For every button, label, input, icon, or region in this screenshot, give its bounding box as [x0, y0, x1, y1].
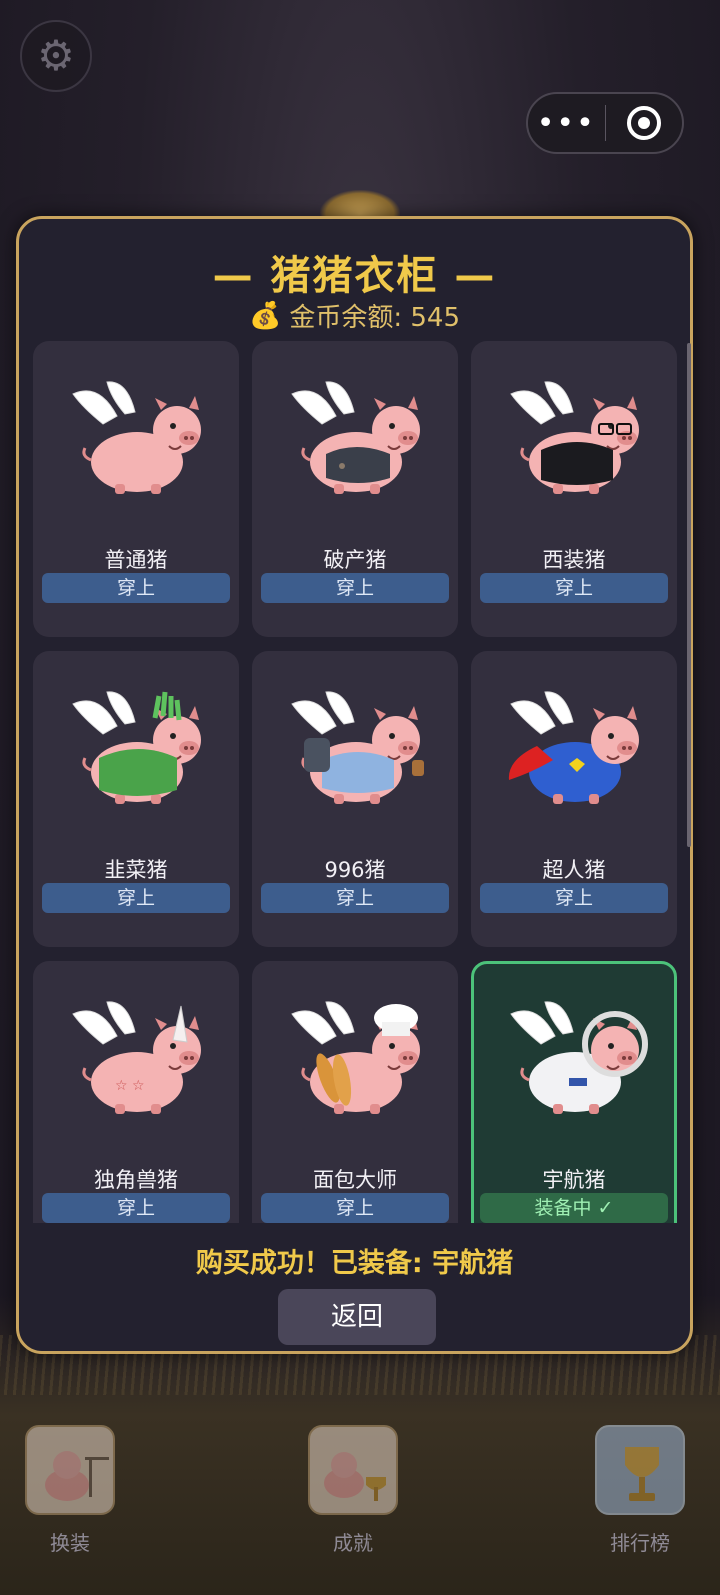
outfit-name: 独角兽猪: [94, 1168, 178, 1192]
panel-title: — 猪猪衣柜 —: [212, 253, 497, 299]
target-icon: [626, 106, 661, 140]
bottom-nav-label: 换装: [50, 1531, 90, 1555]
outfit-name: 破产猪: [323, 548, 387, 572]
scrollbar[interactable]: [687, 343, 691, 847]
wear-button[interactable]: 穿上: [261, 883, 449, 913]
bottom-nav-label: 成就: [333, 1531, 373, 1555]
gear-icon: ⚙: [37, 31, 75, 80]
pig-outfit-image: [497, 982, 657, 1142]
pig-outfit-image: [278, 362, 438, 522]
wear-button[interactable]: 穿上: [42, 883, 230, 913]
outfit-name: 普通猪: [104, 548, 168, 572]
pig-outfit-image: [59, 672, 219, 832]
outfit-card[interactable]: 西装猪 穿上: [471, 341, 677, 637]
pig-outfit-image: [59, 362, 219, 522]
bottom-nav-achievements[interactable]: 成就: [303, 1425, 403, 1556]
wear-button[interactable]: 穿上: [480, 883, 668, 913]
equipped-badge[interactable]: 装备中 ✓: [480, 1193, 668, 1223]
outfit-card[interactable]: 韭菜猪 穿上: [33, 651, 239, 947]
pig-outfit-image: ☆ ☆: [59, 982, 219, 1142]
bottom-nav-label: 排行榜: [610, 1531, 670, 1555]
outfit-card[interactable]: 普通猪 穿上: [33, 341, 239, 637]
outfit-name: 面包大师: [313, 1168, 397, 1192]
outfit-name: 996猪: [324, 858, 386, 882]
wardrobe-icon: [25, 1425, 115, 1515]
wear-button[interactable]: 穿上: [480, 573, 668, 603]
pig-outfit-image: [497, 362, 657, 522]
close-button[interactable]: [606, 94, 683, 152]
coin-balance-label: 金币余额: 545: [289, 303, 461, 333]
pig-outfit-image: [278, 982, 438, 1142]
outfit-card[interactable]: 宇航猪 装备中 ✓: [471, 961, 677, 1223]
wear-button[interactable]: 穿上: [261, 1193, 449, 1223]
outfit-card[interactable]: 面包大师 穿上: [252, 961, 458, 1223]
money-bag-icon: 💰: [248, 300, 282, 331]
wear-button[interactable]: 穿上: [42, 1193, 230, 1223]
wear-button[interactable]: 穿上: [261, 573, 449, 603]
trophy-icon: [595, 1425, 685, 1515]
bottom-nav-wardrobe[interactable]: 换装: [20, 1425, 120, 1556]
outfit-grid-viewport[interactable]: 普通猪 穿上 破产猪 穿上 西装猪 穿上 韭菜猪 穿上 996猪 穿上 超人猪 …: [33, 341, 683, 1223]
outfit-name: 西装猪: [542, 548, 606, 572]
wardrobe-panel: — 猪猪衣柜 — 💰 金币余额: 545 普通猪 穿上 破产猪 穿上 西装猪 穿…: [16, 216, 693, 1354]
outfit-card[interactable]: 996猪 穿上: [252, 651, 458, 947]
outfit-name: 宇航猪: [542, 1168, 606, 1192]
back-button[interactable]: 返回: [278, 1289, 436, 1345]
more-button[interactable]: •••: [528, 94, 605, 152]
pig-outfit-image: [497, 672, 657, 832]
wear-button[interactable]: 穿上: [42, 573, 230, 603]
mini-program-capsule: •••: [526, 92, 684, 154]
bottom-nav-leaderboard[interactable]: 排行榜: [590, 1425, 690, 1556]
coin-balance: 💰 金币余额: 545: [19, 297, 690, 334]
pig-outfit-image: [278, 672, 438, 832]
svg-text:☆ ☆: ☆ ☆: [115, 1078, 145, 1094]
outfit-name: 韭菜猪: [104, 858, 168, 882]
outfit-card[interactable]: ☆ ☆ 独角兽猪 穿上: [33, 961, 239, 1223]
settings-button[interactable]: ⚙: [20, 20, 92, 92]
outfit-grid: 普通猪 穿上 破产猪 穿上 西装猪 穿上 韭菜猪 穿上 996猪 穿上 超人猪 …: [33, 341, 683, 1223]
status-message: 购买成功！已装备: 宇航猪: [195, 1248, 514, 1279]
outfit-card[interactable]: 超人猪 穿上: [471, 651, 677, 947]
trophy-pig-icon: [308, 1425, 398, 1515]
outfit-card[interactable]: 破产猪 穿上: [252, 341, 458, 637]
outfit-name: 超人猪: [542, 858, 606, 882]
